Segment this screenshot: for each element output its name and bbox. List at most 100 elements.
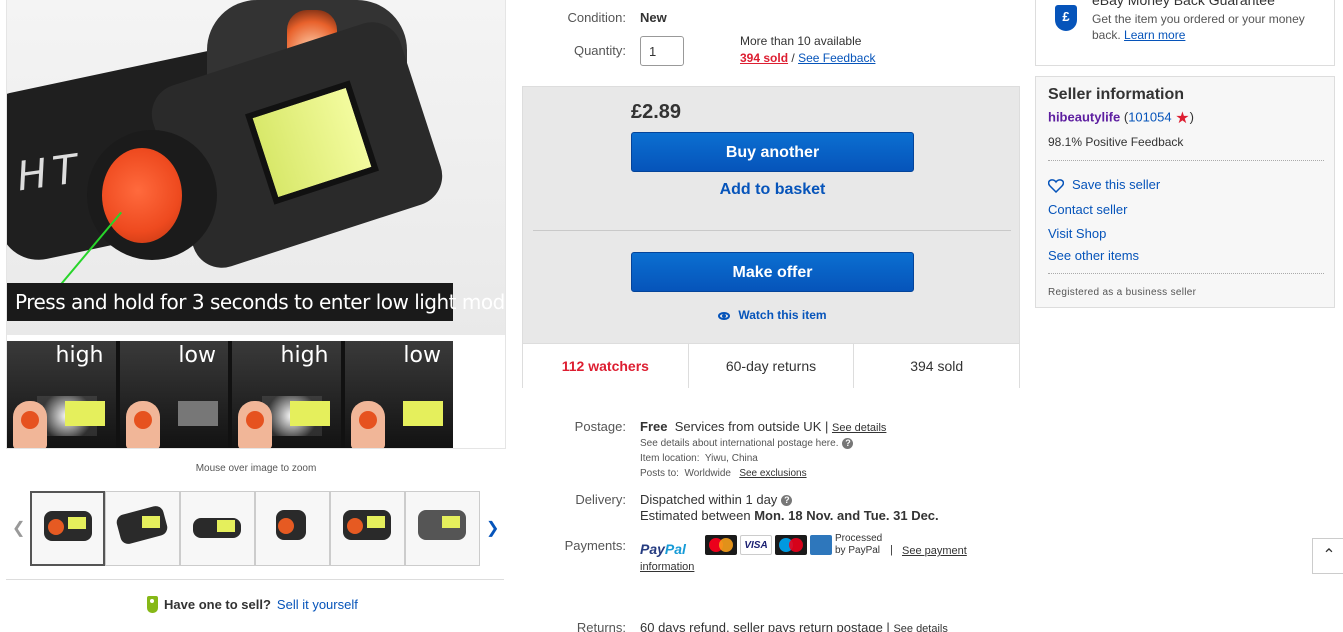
- watch-label: Watch this item: [738, 308, 827, 322]
- main-product-image[interactable]: HT Press and hold for 3 seconds to enter…: [6, 0, 506, 449]
- thumbnail[interactable]: [180, 491, 255, 566]
- see-other-items-link[interactable]: See other items: [1048, 248, 1139, 263]
- thumbnail[interactable]: [105, 491, 180, 566]
- returns-label: Returns:: [576, 620, 626, 632]
- light-modes-strip: high low high low: [7, 341, 453, 448]
- product-photo: HT Press and hold for 3 seconds to enter…: [7, 0, 505, 335]
- thumbnail[interactable]: [255, 491, 330, 566]
- location-value: Yiwu, China: [704, 453, 758, 464]
- mode-label: high: [55, 343, 104, 368]
- amex-icon: [810, 535, 832, 555]
- dispatch-text: Dispatched within 1 day: [640, 492, 778, 507]
- contact-seller-link[interactable]: Contact seller: [1048, 202, 1127, 217]
- thumbnail[interactable]: [30, 491, 105, 566]
- save-seller-link[interactable]: Save this seller: [1048, 177, 1160, 193]
- guarantee-text: Get the item you ordered or your money b…: [1092, 11, 1322, 43]
- add-to-basket-button[interactable]: Add to basket: [631, 181, 914, 199]
- thumbnail[interactable]: [330, 491, 405, 566]
- chevron-right-icon[interactable]: ❯: [486, 518, 499, 538]
- sell-it-yourself-link[interactable]: Sell it yourself: [277, 597, 358, 612]
- estimate-prefix: Estimated between: [640, 508, 751, 523]
- make-offer-button[interactable]: Make offer: [631, 252, 914, 292]
- divider: [1048, 160, 1324, 161]
- price-tag-icon: [147, 596, 158, 613]
- separator: /: [791, 51, 795, 65]
- payment-information-link[interactable]: information: [640, 561, 694, 573]
- mode-label: high: [280, 343, 329, 368]
- pipe-separator: |: [890, 544, 893, 556]
- seller-name-link[interactable]: hibeautylife: [1048, 109, 1120, 124]
- condition-label: Condition:: [567, 10, 626, 25]
- buy-box: £2.89 Buy another Add to basket Make off…: [522, 86, 1020, 388]
- postage-services: Services from outside UK |: [674, 419, 829, 434]
- intl-postage-text: See details about international postage …: [640, 438, 839, 450]
- dispatch-info: Dispatched within 1 day?: [640, 492, 793, 507]
- watchers-count: 112 watchers: [523, 344, 689, 388]
- postage-see-details-link[interactable]: See details: [832, 422, 886, 434]
- returns-text: 60 days refund, seller pays return posta…: [640, 620, 890, 632]
- postage-free: Free: [640, 419, 668, 434]
- money-back-guarantee: £ eBay Money Back Guarantee Get the item…: [1035, 0, 1335, 66]
- thumbnail-strip: ❮ ❯: [10, 490, 506, 568]
- quantity-input[interactable]: [640, 36, 684, 66]
- seller-identity: hibeautylife (101054 ★): [1048, 109, 1194, 127]
- help-icon[interactable]: ?: [842, 438, 854, 449]
- learn-more-link[interactable]: Learn more: [1124, 28, 1185, 42]
- location-label: Item location:: [640, 453, 700, 464]
- feedback-score-link[interactable]: 101054: [1128, 109, 1171, 124]
- item-stats: 112 watchers 60-day returns 394 sold: [523, 343, 1019, 388]
- see-payment-link[interactable]: See payment: [902, 545, 967, 557]
- availability-text: More than 10 available: [740, 34, 862, 48]
- thumbnail[interactable]: [405, 491, 480, 566]
- guarantee-title: eBay Money Back Guarantee: [1092, 0, 1275, 8]
- sold-count-link[interactable]: 394 sold: [740, 51, 788, 65]
- registered-business: Registered as a business seller: [1048, 287, 1197, 298]
- item-location: Item location: Yiwu, China: [640, 453, 758, 464]
- heart-icon: [1048, 178, 1064, 193]
- divider: [1048, 273, 1324, 274]
- eye-icon: [718, 311, 731, 320]
- posts-to-value: Worldwide: [684, 468, 731, 479]
- zoom-hint: Mouse over image to zoom: [195, 463, 317, 474]
- mode-panel: low: [344, 341, 453, 448]
- scroll-to-top-button[interactable]: ⌃: [1312, 538, 1343, 574]
- chevron-up-icon: ⌃: [1322, 547, 1336, 564]
- seller-title: Seller information: [1048, 86, 1185, 103]
- mode-panel: high: [7, 341, 116, 448]
- availability-info: More than 10 available 394 sold / See Fe…: [740, 33, 875, 67]
- mode-panel: high: [232, 341, 341, 448]
- returns-see-details-link[interactable]: See details: [893, 623, 947, 632]
- quantity-label: Quantity:: [573, 43, 626, 58]
- watch-item-link[interactable]: Watch this item: [631, 308, 914, 322]
- positive-feedback: 98.1% Positive Feedback: [1048, 135, 1184, 149]
- posts-to-label: Posts to:: [640, 468, 679, 479]
- returns-badge: 60-day returns: [689, 344, 855, 388]
- condition-value: New: [640, 10, 667, 25]
- seller-information: Seller information hibeautylife (101054 …: [1035, 76, 1335, 308]
- see-exclusions-link[interactable]: See exclusions: [739, 468, 806, 479]
- sold-count: 394 sold: [910, 358, 964, 374]
- mode-label: low: [178, 343, 216, 368]
- paypal-logo-b: Pal: [664, 541, 686, 557]
- sell-question: Have one to sell?: [164, 597, 271, 612]
- divider: [6, 579, 504, 580]
- power-button-graphic: [102, 148, 182, 243]
- processed-line2: by PayPal: [835, 545, 881, 556]
- chevron-left-icon[interactable]: ❮: [12, 518, 25, 538]
- strap-lettering: HT: [14, 145, 87, 201]
- postage-label: Postage:: [574, 419, 626, 434]
- paypal-logo-a: Pay: [640, 541, 665, 557]
- see-feedback-link[interactable]: See Feedback: [798, 51, 875, 65]
- star-icon: ★: [1175, 110, 1190, 127]
- mastercard-icon: [705, 535, 737, 555]
- image-caption: Press and hold for 3 seconds to enter lo…: [7, 283, 505, 321]
- visit-shop-link[interactable]: Visit Shop: [1048, 226, 1106, 241]
- returns-value: 60 days refund, seller pays return posta…: [640, 620, 948, 632]
- maestro-icon: [775, 535, 807, 555]
- help-icon[interactable]: ?: [781, 495, 793, 507]
- paypal-logo: PayPal: [640, 541, 686, 557]
- sell-yourself-row: Have one to sell? Sell it yourself: [147, 596, 358, 613]
- buy-another-button[interactable]: Buy another: [631, 132, 914, 172]
- mode-label: low: [403, 343, 441, 368]
- price: £2.89: [631, 101, 682, 123]
